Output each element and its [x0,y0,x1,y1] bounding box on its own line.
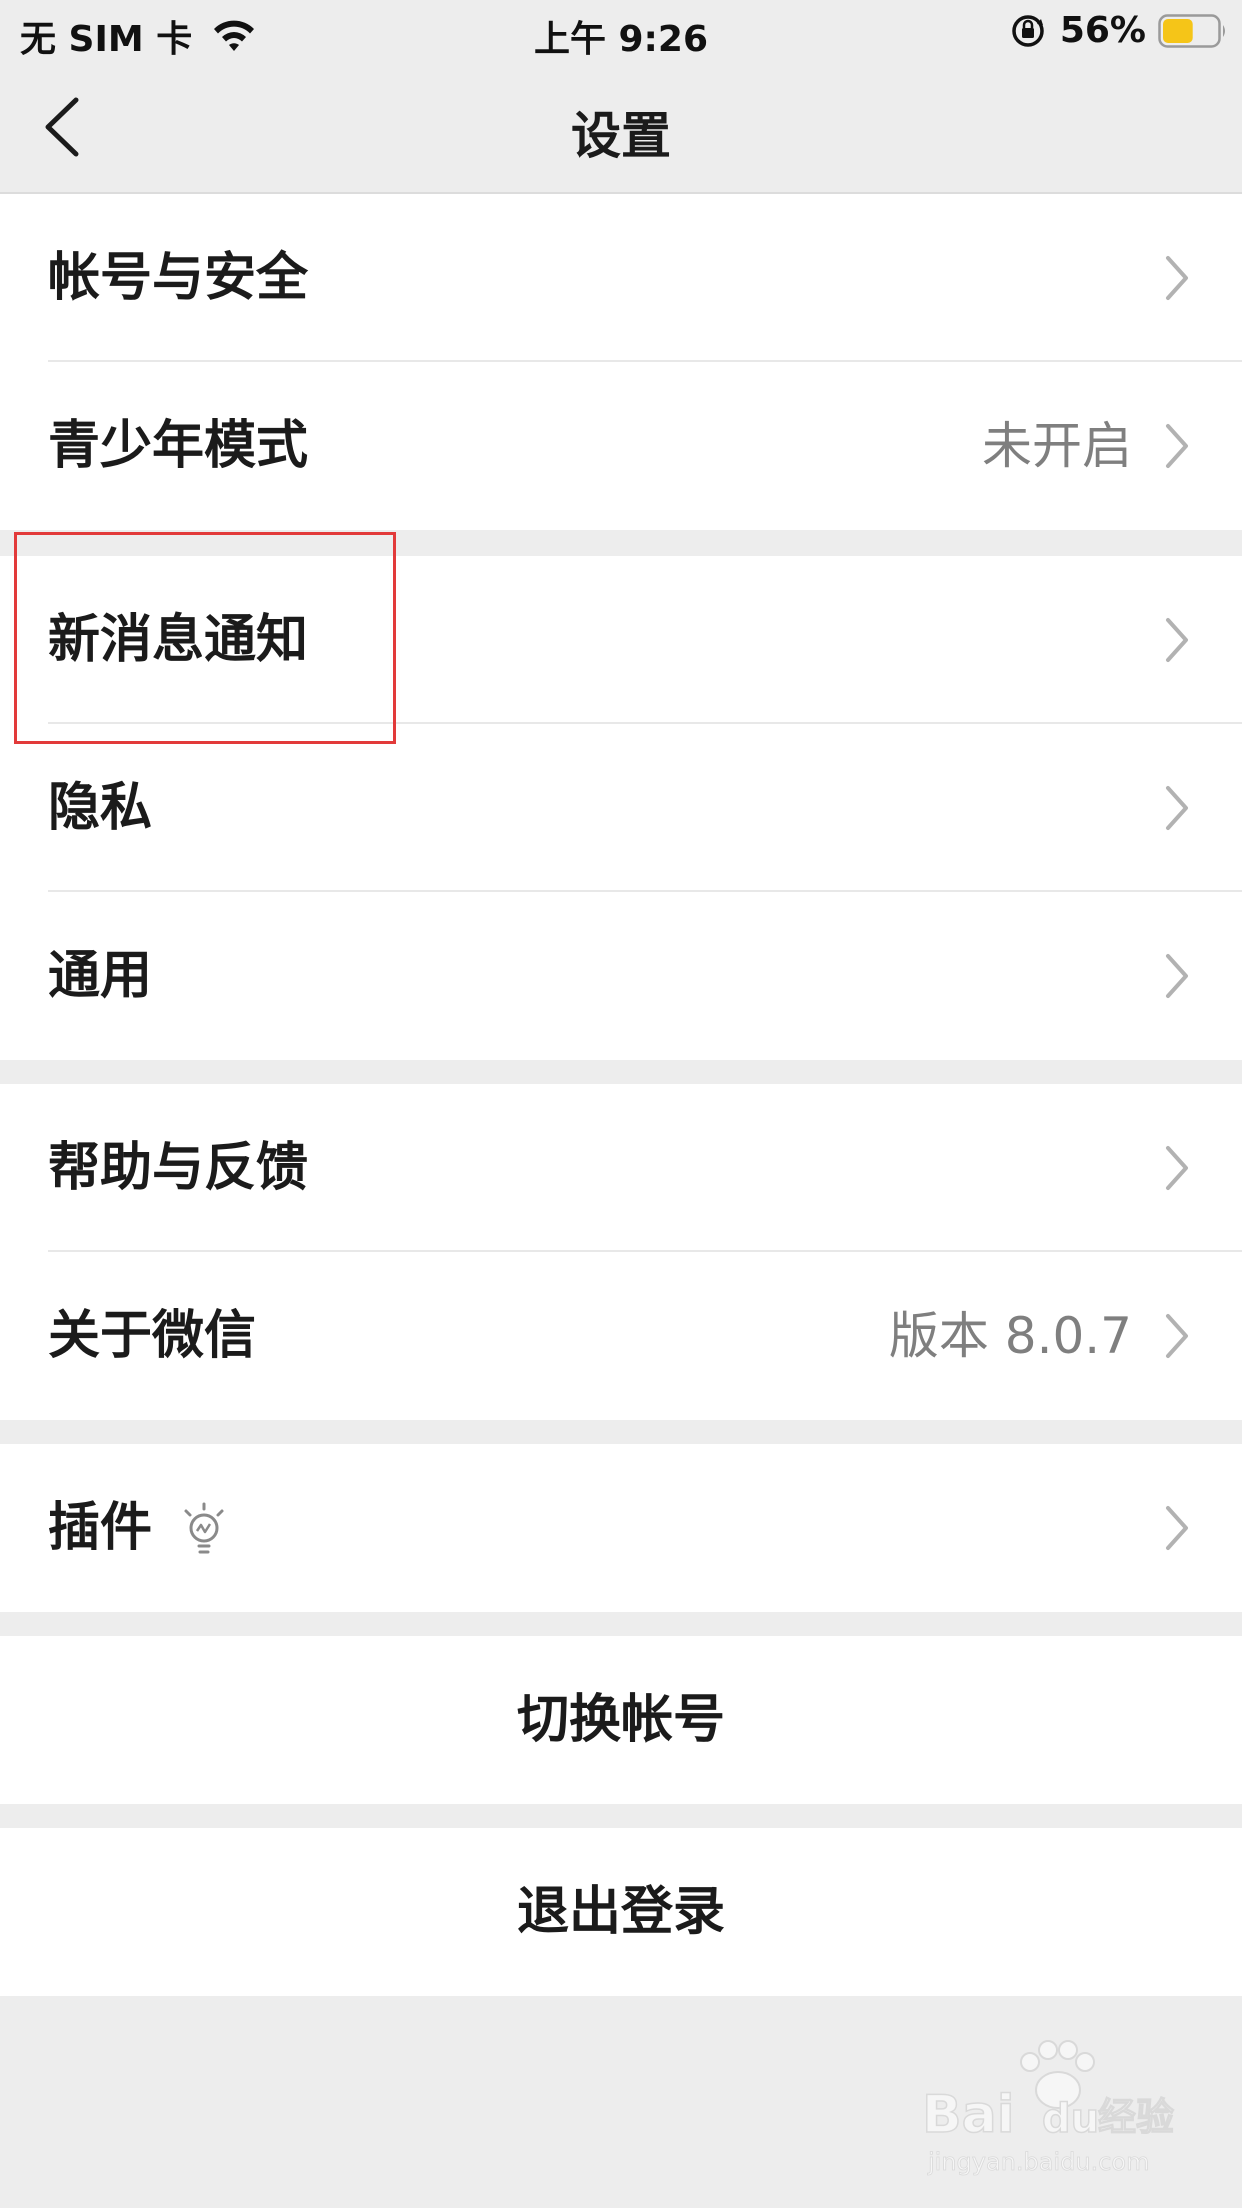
page-title: 设置 [571,107,671,165]
settings-item-privacy[interactable]: 隐私 [0,724,1242,892]
switch-account-button[interactable]: 切换帐号 [0,1636,1242,1804]
settings-item-help-feedback[interactable]: 帮助与反馈 [0,1084,1242,1252]
settings-item-label: 隐私 [48,778,153,838]
settings-item-youth-mode[interactable]: 青少年模式 未开启 [0,362,1242,530]
settings-item-label: 新消息通知 [48,610,309,670]
settings-item-label: 通用 [48,946,153,1006]
settings-item-notifications[interactable]: 新消息通知 [0,556,1242,724]
chevron-right-icon [1166,424,1188,468]
settings-item-value: 版本 8.0.7 [888,1307,1132,1365]
settings-item-label: 帐号与安全 [48,248,309,308]
chevron-right-icon [1166,1506,1188,1550]
chevron-right-icon [1166,1314,1188,1358]
svg-text:Bai: Bai [922,2085,1015,2145]
settings-item-label: 帮助与反馈 [48,1138,309,1198]
baidu-watermark-logo: Bai du 经验 jingyan.baidu.com [922,2040,1175,2176]
status-bar: 无 SIM 卡 上午 9:26 56% [0,0,1242,62]
chevron-right-icon [1166,1146,1188,1190]
settings-item-about-wechat[interactable]: 关于微信 版本 8.0.7 [0,1252,1242,1420]
settings-item-account-security[interactable]: 帐号与安全 [0,194,1242,362]
settings-item-value: 未开启 [982,417,1132,475]
logout-section: 退出登录 [0,1828,1242,1996]
chevron-right-icon [1166,954,1188,998]
settings-item-label: 青少年模式 [48,416,309,476]
settings-group-about: 帮助与反馈 关于微信 版本 8.0.7 [0,1084,1242,1420]
battery-icon [1158,13,1225,48]
settings-group-general: 新消息通知 隐私 通用 [0,556,1242,1060]
rotation-lock-icon [1012,14,1044,47]
logout-button[interactable]: 退出登录 [0,1828,1242,1996]
status-right: 56% [1010,10,1228,51]
chevron-right-icon [1166,618,1188,662]
lightbulb-icon [184,1502,224,1554]
battery-percent: 56% [1059,10,1146,51]
svg-text:jingyan.baidu.com: jingyan.baidu.com [927,2148,1149,2176]
switch-account-section: 切换帐号 [0,1636,1242,1804]
settings-item-general[interactable]: 通用 [0,892,1242,1060]
navigation-bar: 设置 [0,62,1242,194]
chevron-right-icon [1166,256,1188,300]
settings-item-plugins[interactable]: 插件 [0,1444,1242,1612]
svg-text:经验: 经验 [1098,2095,1174,2139]
settings-item-label: 关于微信 [48,1306,257,1366]
svg-text:du: du [1042,2096,1099,2142]
chevron-right-icon [1166,786,1188,830]
settings-group-account: 帐号与安全 青少年模式 未开启 [0,194,1242,530]
settings-group-plugins: 插件 [0,1444,1242,1612]
settings-item-label: 插件 [48,1498,153,1558]
